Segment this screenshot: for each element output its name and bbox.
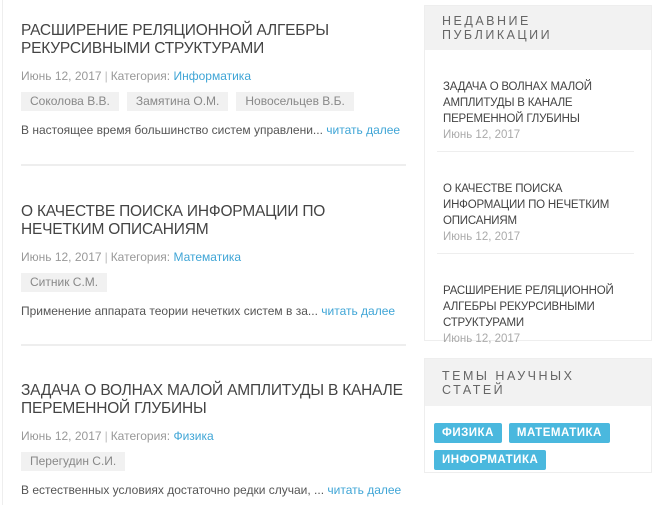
recent-post-date: Июнь 12, 2017 [443, 231, 521, 243]
post-meta: Июнь 12, 2017 | Категория: Информатика [21, 69, 251, 83]
post-date: Июнь 12, 2017 [21, 429, 102, 443]
post-date: Июнь 12, 2017 [21, 69, 102, 83]
author-chip[interactable]: Соколова В.В. [21, 92, 119, 111]
widget-title: Темы научных статей [425, 359, 651, 406]
author-chip[interactable]: Новосельцев В.Б. [236, 92, 354, 111]
recent-post-date: Июнь 12, 2017 [443, 333, 521, 345]
author-chip[interactable]: Перегудин С.И. [21, 452, 126, 471]
author-chip[interactable]: Ситник С.М. [21, 273, 108, 292]
post-title[interactable]: О качестве поиска информации по нечетким… [21, 203, 406, 239]
read-more-link[interactable]: читать далее [321, 304, 395, 318]
divider [21, 344, 406, 346]
post-date: Июнь 12, 2017 [21, 250, 102, 264]
widget-title: Недавние публикации [425, 6, 651, 50]
post-title[interactable]: Задача о волнах малой амплитуды в канале… [21, 382, 406, 418]
post-meta: Июнь 12, 2017 | Категория: Физика [21, 429, 214, 443]
category-label: Категория: [110, 250, 171, 264]
divider [21, 164, 406, 166]
excerpt-text: В настоящее время большинство систем упр… [21, 123, 323, 137]
excerpt-text: В естественных условиях достаточно редки… [21, 483, 325, 497]
recent-post-date: Июнь 12, 2017 [443, 129, 521, 141]
recent-post-link[interactable]: О качестве поиска информации по нечетким… [443, 181, 634, 229]
recent-post: О качестве поиска информации по нечетким… [437, 152, 634, 254]
post-title[interactable]: Расширение реляционной алгебры рекурсивн… [21, 22, 406, 58]
post-meta: Июнь 12, 2017 | Категория: Математика [21, 250, 242, 264]
recent-post-link[interactable]: Задача о волнах малой амплитуды в канале… [443, 79, 634, 127]
recent-post: Расширение реляционной алгебры рекурсивн… [437, 254, 634, 355]
column-border [2, 0, 3, 505]
post-excerpt: В настоящее время большинство систем упр… [21, 123, 406, 137]
topic-tag[interactable]: ИНФОРМАТИКА [434, 450, 547, 470]
recent-post: Задача о волнах малой амплитуды в канале… [437, 50, 634, 152]
post: Задача о волнах малой амплитуды в канале… [21, 382, 406, 497]
category-link[interactable]: Физика [173, 429, 213, 443]
category-link[interactable]: Информатика [173, 69, 251, 83]
topic-tag[interactable]: МАТЕМАТИКА [508, 423, 610, 443]
post-excerpt: В естественных условиях достаточно редки… [21, 483, 406, 497]
excerpt-text: Применение аппарата теории нечетких сист… [21, 304, 318, 318]
recent-post-link[interactable]: Расширение реляционной алгебры рекурсивн… [443, 283, 634, 331]
topic-tag[interactable]: ФИЗИКА [434, 423, 502, 443]
author-chip[interactable]: Замятина О.М. [126, 92, 229, 111]
topics-widget: Темы научных статей ФИЗИКА МАТЕМАТИКА ИН… [424, 358, 652, 473]
read-more-link[interactable]: читать далее [326, 123, 400, 137]
category-label: Категория: [110, 429, 171, 443]
category-label: Категория: [110, 69, 171, 83]
post-excerpt: Применение аппарата теории нечетких сист… [21, 304, 406, 318]
recent-posts-widget: Недавние публикации Задача о волнах мало… [424, 5, 652, 345]
post: Расширение реляционной алгебры рекурсивн… [21, 22, 406, 137]
read-more-link[interactable]: читать далее [327, 483, 401, 497]
category-link[interactable]: Математика [173, 250, 241, 264]
post: О качестве поиска информации по нечетким… [21, 203, 406, 318]
